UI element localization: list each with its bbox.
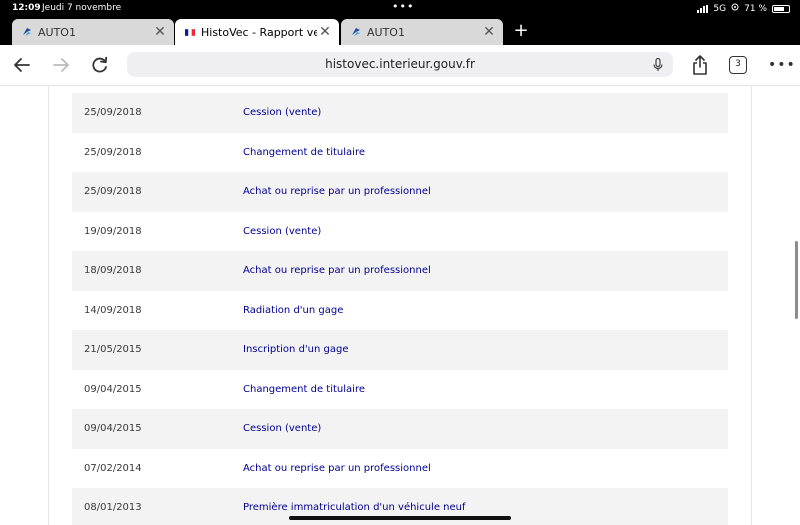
scrollbar-thumb[interactable] <box>795 241 798 319</box>
history-row: 14/09/2018 Radiation d'un gage <box>72 291 728 331</box>
reload-icon <box>92 56 108 73</box>
event-date: 09/04/2015 <box>84 423 142 435</box>
multitask-dots-icon[interactable]: ••• <box>392 0 414 13</box>
share-button[interactable] <box>688 53 712 77</box>
event-date: 14/09/2018 <box>84 304 142 316</box>
event-date: 18/09/2018 <box>84 265 142 277</box>
history-row: 07/02/2014 Achat ou reprise par un profes… <box>72 449 728 489</box>
battery-percent: 71 % <box>744 3 767 14</box>
event-description: Changement de titulaire <box>243 146 365 158</box>
content-border-left <box>48 86 49 525</box>
tab-bar: AUTO1 ✕ HistoVec - Rapport vendeur ✕ AUT… <box>0 16 800 45</box>
history-row: 09/04/2015 Cession (vente) <box>72 409 728 449</box>
history-row: 18/09/2018 Achat ou reprise par un profes… <box>72 251 728 291</box>
back-button[interactable] <box>10 53 34 77</box>
tab-histovec[interactable]: HistoVec - Rapport vendeur ✕ <box>175 19 339 45</box>
tab-title: HistoVec - Rapport vendeur <box>201 25 317 39</box>
more-menu-icon[interactable]: ••• <box>768 57 796 73</box>
share-icon <box>693 55 707 75</box>
event-date: 09/04/2015 <box>84 383 142 395</box>
browser-toolbar: histovec.interieur.gouv.fr 3 ••• <box>0 45 800 86</box>
close-tab-icon[interactable]: ✕ <box>317 24 333 40</box>
auto1-logo-icon <box>351 27 361 37</box>
content-border-right <box>751 86 752 525</box>
history-row: 21/05/2015 Inscription d'un gage <box>72 330 728 370</box>
event-description: Inscription d'un gage <box>243 344 349 356</box>
auto1-logo-icon <box>22 27 32 37</box>
close-tab-icon[interactable]: ✕ <box>152 24 168 40</box>
event-description: Changement de titulaire <box>243 383 365 395</box>
status-indicators: 5G 71 % <box>697 3 790 14</box>
event-description: Achat ou reprise par un professionnel <box>243 265 431 277</box>
new-tab-button[interactable]: + <box>511 19 531 43</box>
address-bar[interactable]: histovec.interieur.gouv.fr <box>127 52 673 77</box>
event-date: 21/05/2015 <box>84 344 142 356</box>
network-label: 5G <box>713 3 727 14</box>
event-description: Première immatriculation d'un véhicule n… <box>243 502 466 514</box>
event-description: Cession (vente) <box>243 423 322 435</box>
history-row: 25/09/2018 Achat ou reprise par un profes… <box>72 172 728 212</box>
event-description: Cession (vente) <box>243 225 322 237</box>
forward-arrow-icon <box>53 58 69 72</box>
battery-fill <box>774 6 784 11</box>
event-date: 25/09/2018 <box>84 107 142 119</box>
event-date: 25/09/2018 <box>84 186 142 198</box>
tab-title: AUTO1 <box>38 25 76 39</box>
tab-overview-button[interactable]: 3 <box>729 56 747 74</box>
tab-auto1-first[interactable]: AUTO1 ✕ <box>12 19 174 45</box>
status-date: Jeudi 7 novembre <box>42 3 122 13</box>
reload-button[interactable] <box>88 53 112 77</box>
french-flag-icon <box>185 27 195 37</box>
history-table: 25/09/2018 Cession (vente) 25/09/2018 Chang… <box>72 93 728 525</box>
tab-auto1-second[interactable]: AUTO1 ✕ <box>341 19 503 45</box>
event-date: 19/09/2018 <box>84 225 142 237</box>
signal-icon <box>697 4 709 13</box>
event-description: Achat ou reprise par un professionnel <box>243 462 431 474</box>
event-description: Radiation d'un gage <box>243 304 344 316</box>
microphone-icon[interactable] <box>653 57 663 76</box>
location-icon <box>731 3 739 14</box>
history-row: 25/09/2018 Cession (vente) <box>72 93 728 133</box>
status-bar: 12:09 Jeudi 7 novembre ••• 5G 71 % <box>0 0 800 16</box>
event-date: 25/09/2018 <box>84 146 142 158</box>
home-indicator[interactable] <box>289 516 511 520</box>
event-date: 08/01/2013 <box>84 502 142 514</box>
close-tab-icon[interactable]: ✕ <box>481 24 497 40</box>
event-description: Cession (vente) <box>243 107 322 119</box>
status-time: 12:09 <box>12 3 41 13</box>
page-content: 25/09/2018 Cession (vente) 25/09/2018 Chang… <box>0 86 800 525</box>
battery-icon <box>772 4 790 13</box>
url-text: histovec.interieur.gouv.fr <box>325 57 475 71</box>
history-row: 25/09/2018 Changement de titulaire <box>72 133 728 173</box>
back-arrow-icon <box>14 58 30 72</box>
forward-button[interactable] <box>49 53 73 77</box>
tab-title: AUTO1 <box>367 25 405 39</box>
event-date: 07/02/2014 <box>84 462 142 474</box>
event-description: Achat ou reprise par un professionnel <box>243 186 431 198</box>
history-row: 19/09/2018 Cession (vente) <box>72 212 728 252</box>
history-row: 09/04/2015 Changement de titulaire <box>72 370 728 410</box>
